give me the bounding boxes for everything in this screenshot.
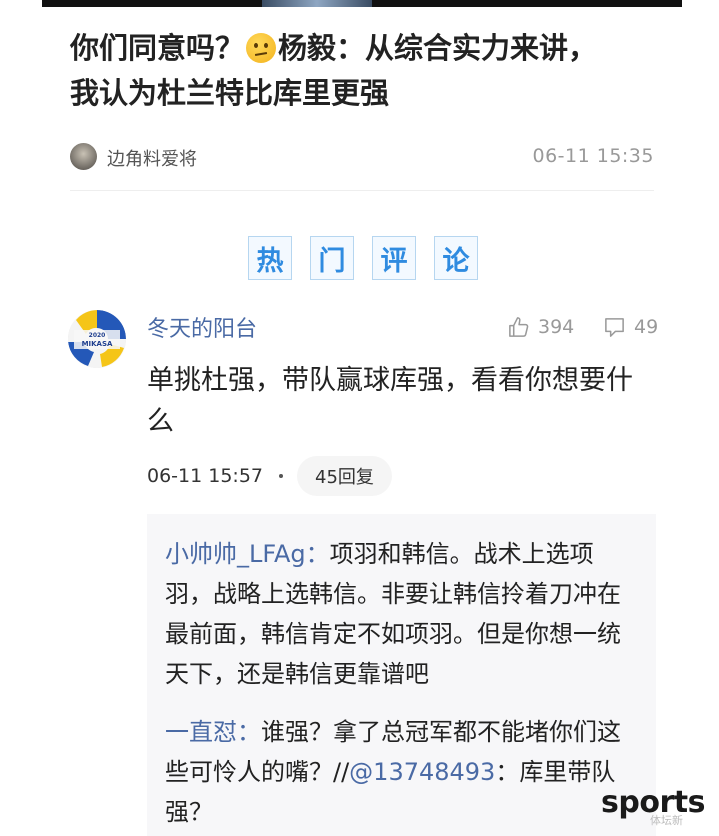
hot-heading-char: 门	[310, 236, 354, 280]
title-part-1: 你们同意吗？	[70, 31, 245, 65]
reply-user[interactable]: 小帅帅_LFAg	[165, 540, 306, 568]
watermark-subtext: 体坛新	[650, 814, 683, 827]
separator-dot	[279, 474, 284, 478]
avatar-ball-year: 2020	[89, 332, 106, 339]
like-count: 394	[538, 316, 575, 338]
title-line-2: 我认为杜兰特比库里更强	[70, 76, 390, 110]
commenter-avatar[interactable]: 2020 MIKASA	[68, 310, 126, 368]
author-avatar[interactable]	[70, 143, 97, 170]
reply-separator: ：	[237, 718, 261, 746]
hot-heading-char: 评	[372, 236, 416, 280]
top-image-strip	[42, 0, 682, 7]
title-part-2: 杨毅：从综合实力来讲，	[278, 31, 598, 65]
commenter-name[interactable]: 冬天的阳台	[147, 311, 257, 343]
author-name[interactable]: 边角料爱将	[107, 145, 197, 171]
author-row: 边角料爱将 06-11 15:35	[70, 141, 654, 173]
reply-separator: ：	[305, 540, 330, 568]
reply-mention[interactable]: @13748493	[349, 758, 495, 786]
reply-item[interactable]: 一直怼：谁强？拿了总冠军都不能堵你们这些可怜人的嘴？//@13748493：库里…	[165, 712, 640, 832]
replies-box: 小帅帅_LFAg：项羽和韩信。战术上选项羽，战略上选韩信。非要让韩信拎着刀冲在最…	[147, 514, 656, 836]
post-time: 06-11 15:35	[532, 145, 654, 167]
hot-comments-heading: 热 门 评 论	[248, 236, 478, 280]
thinking-face-icon	[246, 33, 277, 63]
thumbs-up-icon	[509, 316, 529, 337]
comment-meta: 06-11 15:57 45回复	[147, 456, 392, 496]
avatar-ball-brand: MIKASA	[82, 340, 113, 348]
comment-text: 单挑杜强，带队赢球库强，看看你想要什么	[147, 365, 633, 437]
reply-count: 49	[634, 316, 659, 338]
comment-bubble-icon	[605, 317, 624, 337]
like-button[interactable]: 394	[507, 314, 574, 340]
reply-count-button[interactable]: 49	[603, 314, 658, 340]
article-page: 你们同意吗？ 杨毅：从综合实力来讲， 我认为杜兰特比库里更强 边角料爱将 06-11…	[0, 0, 719, 836]
article-title: 你们同意吗？ 杨毅：从综合实力来讲， 我认为杜兰特比库里更强	[70, 26, 670, 116]
hot-heading-char: 论	[434, 236, 478, 280]
volleyball-icon: 2020 MIKASA	[68, 310, 126, 368]
comment-time: 06-11 15:57	[147, 465, 264, 487]
reply-user[interactable]: 一直怼	[165, 718, 237, 746]
divider	[70, 190, 654, 191]
view-replies-button[interactable]: 45回复	[297, 456, 392, 496]
reply-item[interactable]: 小帅帅_LFAg：项羽和韩信。战术上选项羽，战略上选韩信。非要让韩信拎着刀冲在最…	[165, 534, 640, 694]
hot-heading-char: 热	[248, 236, 292, 280]
